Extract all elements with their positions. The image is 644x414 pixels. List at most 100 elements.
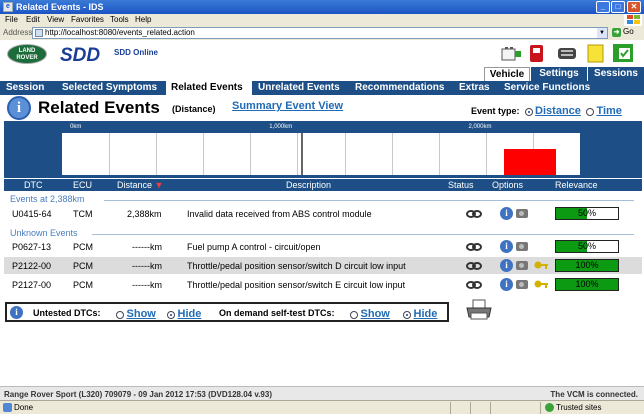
- go-label: Go: [623, 27, 634, 36]
- table-row[interactable]: U0415-64 TCM 2,388km Invalid data receiv…: [4, 205, 642, 222]
- nav-session[interactable]: Session: [6, 81, 56, 95]
- page-title: Related Events: [38, 98, 160, 117]
- main-nav: Session Selected Symptoms Related Events…: [0, 81, 644, 95]
- ondemand-show-link[interactable]: Show: [361, 308, 390, 320]
- event-bar[interactable]: [504, 149, 556, 175]
- tab-settings[interactable]: Settings: [531, 67, 587, 81]
- nav-unrelated-events[interactable]: Unrelated Events: [258, 81, 350, 95]
- ecu-name: PCM: [73, 242, 93, 252]
- ondemand-hide-radio[interactable]: [403, 310, 411, 319]
- col-distance[interactable]: Distance ▼: [117, 180, 163, 190]
- tab-sessions[interactable]: Sessions: [588, 67, 644, 81]
- group-label: Events at 2,388km: [10, 194, 85, 204]
- printer-icon[interactable]: [465, 299, 493, 321]
- summary-event-view-link[interactable]: Summary Event View: [232, 100, 343, 112]
- table-row[interactable]: P0627-13 PCM ------km Fuel pump A contro…: [4, 238, 642, 255]
- time-radio[interactable]: [585, 107, 594, 116]
- notes-icon[interactable]: [585, 43, 607, 63]
- untested-show-link[interactable]: Show: [127, 308, 156, 320]
- dtc-code: P0627-13: [12, 242, 52, 252]
- key-icon[interactable]: [534, 260, 548, 270]
- table-row[interactable]: P2122-00 PCM ------km Throttle/pedal pos…: [4, 257, 642, 274]
- timeline-gridline: [345, 133, 346, 175]
- info-icon[interactable]: i: [500, 240, 513, 253]
- col-description[interactable]: Description: [286, 180, 331, 190]
- relevance-value: 100%: [575, 260, 599, 270]
- col-status[interactable]: Status: [448, 180, 474, 190]
- menu-view[interactable]: View: [47, 15, 64, 24]
- info-icon[interactable]: i: [10, 306, 23, 319]
- distance-option[interactable]: Distance: [535, 105, 581, 117]
- camera-icon[interactable]: [516, 209, 528, 218]
- untested-show-option[interactable]: Show: [116, 308, 156, 320]
- minimize-button[interactable]: _: [596, 1, 610, 13]
- address-input[interactable]: http://localhost:8080/events_related.act…: [32, 27, 608, 39]
- menu-favorites[interactable]: Favorites: [71, 15, 104, 24]
- camera-icon[interactable]: [516, 261, 528, 270]
- timeline-plot-area[interactable]: [62, 133, 580, 175]
- tick-label: 0km: [70, 124, 82, 130]
- untested-show-radio[interactable]: [116, 310, 124, 319]
- info-icon[interactable]: i: [500, 207, 513, 220]
- dtc-code: P2127-00: [12, 280, 52, 290]
- timeline-gridline: [297, 133, 298, 175]
- group-divider: [104, 200, 634, 201]
- dtc-description: Fuel pump A control - circuit/open: [187, 242, 321, 252]
- untested-hide-radio[interactable]: [167, 310, 175, 319]
- vci-icon[interactable]: [556, 43, 578, 63]
- security-zone[interactable]: Trusted sites: [556, 403, 602, 412]
- ondemand-hide-option[interactable]: Hide: [403, 308, 437, 320]
- col-ecu[interactable]: ECU: [73, 180, 92, 190]
- camera-icon[interactable]: [516, 280, 528, 289]
- info-icon[interactable]: i: [7, 96, 31, 120]
- camera-icon[interactable]: [516, 242, 528, 251]
- dtc-description: Throttle/pedal position sensor/switch E …: [187, 280, 406, 290]
- relevance-value: 100%: [575, 279, 599, 289]
- distance-value: 2,388km: [127, 209, 162, 219]
- vcm-status: The VCM is connected.: [550, 390, 638, 399]
- col-relevance[interactable]: Relevance: [555, 180, 598, 190]
- menu-file[interactable]: File: [5, 15, 18, 24]
- event-type-label: Event type:: [471, 106, 520, 116]
- tick-label: 2,000km: [468, 124, 492, 130]
- dtc-description: Invalid data received from ABS control m…: [187, 209, 372, 219]
- fuel-icon[interactable]: [527, 43, 549, 63]
- chevron-down-icon[interactable]: ▼: [597, 28, 607, 38]
- go-button[interactable]: ➜ Go: [612, 27, 634, 37]
- menu-tools[interactable]: Tools: [110, 15, 129, 24]
- vehicle-info: Range Rover Sport (L320) 709079 - 09 Jan…: [4, 390, 272, 399]
- window-titlebar: e Related Events - IDS _ □ ✕: [0, 0, 644, 14]
- nav-service-functions[interactable]: Service Functions: [504, 81, 604, 95]
- nav-selected-symptoms[interactable]: Selected Symptoms: [62, 81, 162, 95]
- maximize-button[interactable]: □: [611, 1, 625, 13]
- checklist-icon[interactable]: [612, 43, 634, 63]
- relevance-value: 50%: [577, 208, 596, 218]
- app-status-bar: Range Rover Sport (L320) 709079 - 09 Jan…: [0, 386, 644, 400]
- menu-help[interactable]: Help: [135, 15, 151, 24]
- close-button[interactable]: ✕: [627, 1, 641, 13]
- untested-hide-link[interactable]: Hide: [178, 308, 202, 320]
- tab-vehicle[interactable]: Vehicle: [484, 67, 530, 81]
- col-dtc[interactable]: DTC: [24, 180, 43, 190]
- nav-extras[interactable]: Extras: [459, 81, 495, 95]
- info-icon[interactable]: i: [500, 259, 513, 272]
- relevance-bar: 100%: [555, 259, 619, 272]
- status-divider: [450, 402, 451, 414]
- ondemand-show-option[interactable]: Show: [350, 308, 390, 320]
- ondemand-hide-link[interactable]: Hide: [414, 308, 438, 320]
- ondemand-show-radio[interactable]: [350, 310, 358, 319]
- table-row[interactable]: P2127-00 PCM ------km Throttle/pedal pos…: [4, 276, 642, 293]
- ecu-name: PCM: [73, 280, 93, 290]
- nav-related-events[interactable]: Related Events: [166, 81, 252, 95]
- distance-radio[interactable]: [524, 107, 533, 116]
- nav-recommendations[interactable]: Recommendations: [355, 81, 450, 95]
- menu-edit[interactable]: Edit: [26, 15, 40, 24]
- key-icon[interactable]: [534, 279, 548, 289]
- col-options[interactable]: Options: [492, 180, 523, 190]
- battery-icon[interactable]: [500, 43, 522, 63]
- info-icon[interactable]: i: [500, 278, 513, 291]
- sdd-logo: SDD: [60, 45, 101, 66]
- tick-label: 1,000km: [269, 124, 293, 130]
- untested-hide-option[interactable]: Hide: [167, 308, 201, 320]
- time-option[interactable]: Time: [596, 105, 621, 117]
